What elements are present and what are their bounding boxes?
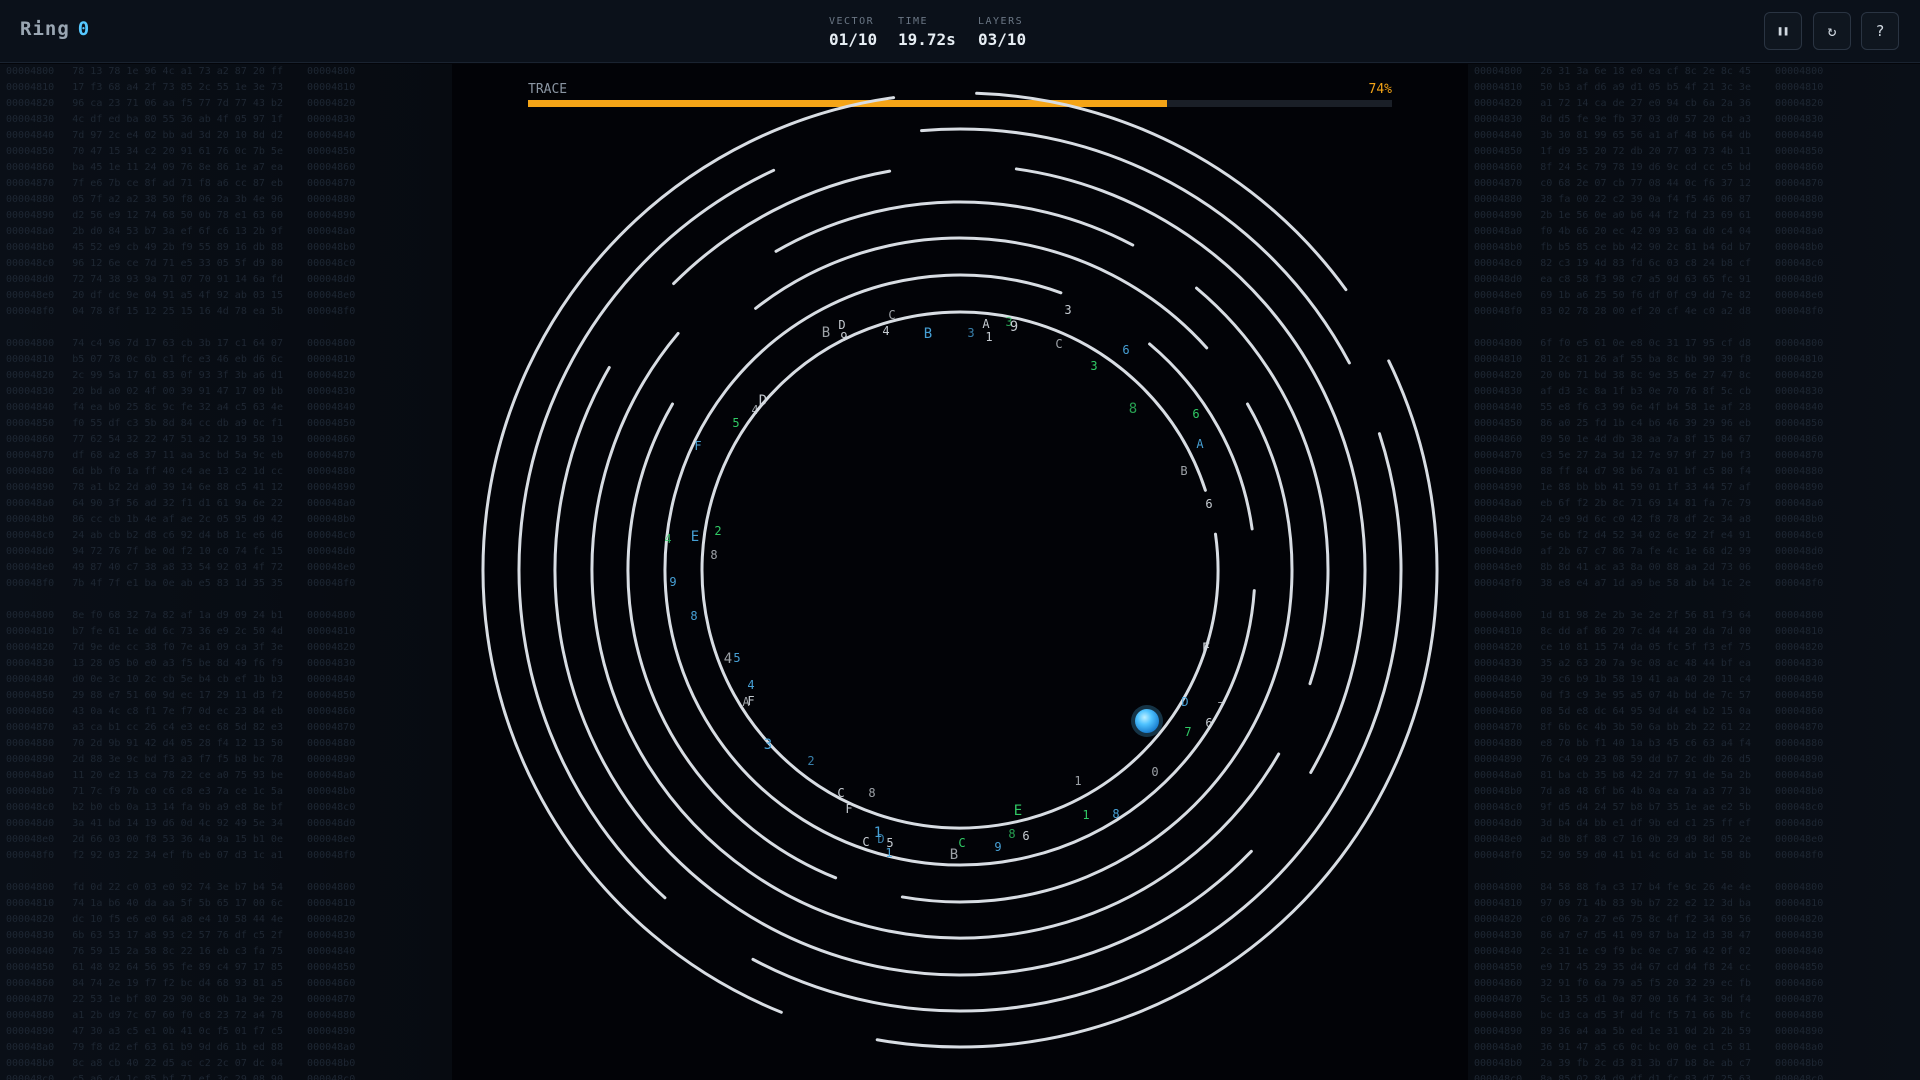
- hex-glyph: 7: [1184, 725, 1191, 739]
- hex-glyph: 4: [724, 651, 732, 667]
- hex-glyph: D: [877, 832, 884, 846]
- hex-glyph: 6: [1205, 497, 1212, 511]
- ring-wall-segment: [875, 359, 1439, 1049]
- hex-glyph: 3: [764, 737, 772, 753]
- hex-glyph: 8: [1112, 807, 1119, 821]
- hex-glyph: 4: [664, 532, 671, 546]
- hex-glyph: 8: [1008, 827, 1015, 841]
- hex-glyph: 9: [669, 575, 676, 589]
- ring-wall-segment: [975, 91, 1348, 292]
- hex-glyph: 7: [1217, 700, 1224, 714]
- hex-glyph: 6: [1122, 343, 1129, 357]
- ring-layers: [481, 91, 1439, 1049]
- hex-glyph: 6: [1205, 716, 1212, 730]
- ring-wall-segment: [590, 331, 1281, 940]
- hex-glyph: F: [694, 439, 701, 453]
- hex-glyph: 5: [732, 416, 739, 430]
- ring-wall-segment: [663, 273, 1256, 867]
- hex-glyph: F: [747, 694, 754, 708]
- hex-glyph: 6: [1192, 407, 1199, 421]
- hex-glyph: C: [958, 836, 965, 850]
- hex-glyph: 8: [868, 786, 875, 800]
- hex-glyph: 9: [840, 330, 847, 344]
- hex-glyph: 8: [1129, 401, 1137, 417]
- hex-glyph: 4: [747, 678, 754, 692]
- hex-glyph: F: [1202, 641, 1210, 657]
- hex-glyph: 8: [690, 609, 697, 623]
- hex-glyph: 4: [751, 403, 758, 417]
- hex-glyph: B: [924, 326, 932, 342]
- ring-wall-segment: [751, 432, 1403, 1013]
- hex-glyph: C: [1055, 337, 1062, 351]
- ring-wall-segment: [1195, 286, 1330, 686]
- hex-glyph: B: [950, 847, 958, 863]
- hex-glyph: 2: [714, 524, 721, 538]
- hex-glyph: 3: [1090, 359, 1097, 373]
- hex-glyph: F: [845, 802, 852, 816]
- ring-wall-segment: [1014, 167, 1367, 774]
- hex-glyph: D: [759, 393, 767, 409]
- hex-glyph: B: [1180, 464, 1187, 478]
- hex-glyph: 3: [967, 326, 974, 340]
- hex-glyph: A: [982, 317, 990, 331]
- hex-glyph: 0: [1151, 765, 1158, 779]
- hex-glyph: 9: [1010, 319, 1018, 335]
- hex-glyph: A: [1196, 437, 1204, 451]
- ring-wall-segment: [626, 402, 838, 880]
- hex-glyph: 2: [807, 754, 814, 768]
- ring-wall-segment: [553, 366, 1253, 977]
- hex-glyph: C: [837, 786, 844, 800]
- hex-glyph: 9: [994, 840, 1001, 854]
- hex-glyph: 1: [1082, 808, 1089, 822]
- hex-glyph: C: [862, 835, 869, 849]
- hex-glyph: 1: [985, 330, 992, 344]
- hex-glyph: 1: [885, 846, 892, 860]
- hex-glyph: 4: [882, 324, 889, 338]
- player-ball[interactable]: [1135, 709, 1159, 733]
- hex-glyph: C: [888, 308, 895, 322]
- hex-glyph: 3: [1064, 303, 1071, 317]
- hex-glyph: 1: [1074, 774, 1081, 788]
- hex-glyph: 5: [733, 651, 740, 665]
- ring-maze[interactable]: B D9C4 B 3A1393C 638 6AB6D45F4 E 28984 54AF32CF8…: [0, 0, 1920, 1080]
- hex-glyph: D: [1181, 695, 1188, 709]
- hex-glyph: E: [691, 529, 699, 545]
- ring-wall-segment: [672, 169, 892, 286]
- hex-glyph: B: [822, 325, 830, 341]
- hex-glyph: E: [1014, 803, 1022, 819]
- hex-glyph: 8: [710, 548, 717, 562]
- ring-wall-segment: [774, 200, 1135, 253]
- ring-wall-segment: [700, 310, 1220, 830]
- hex-glyph: 6: [1022, 829, 1029, 843]
